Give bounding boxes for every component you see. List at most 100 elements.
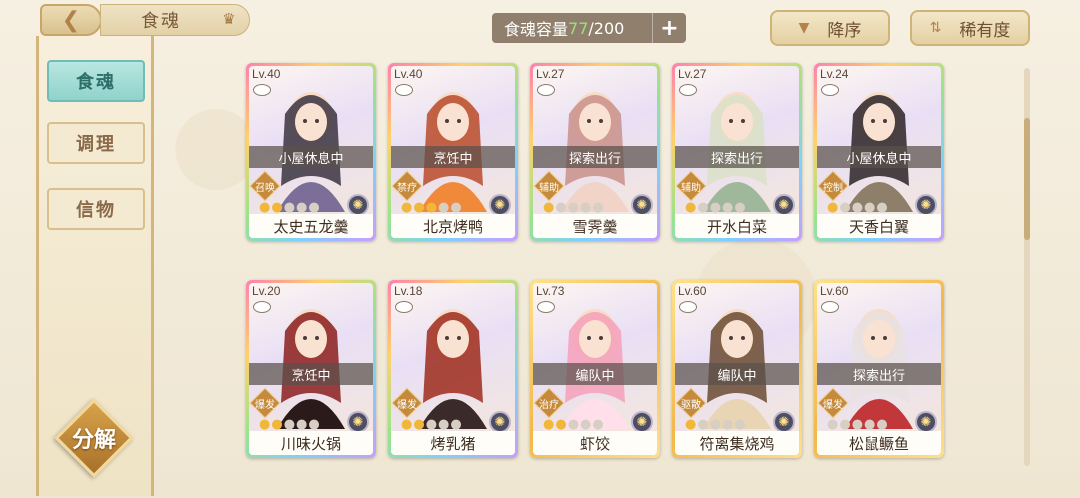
capacity-max: /200 xyxy=(588,18,625,38)
card-status: 探索出行 xyxy=(817,363,941,385)
card-level: Lv.40 xyxy=(252,67,281,81)
role-badge: 辅助 xyxy=(535,172,563,200)
star-icon: ● xyxy=(839,200,851,215)
role-badge: 驱散 xyxy=(677,389,705,417)
card-name: 烤乳猪 xyxy=(391,431,515,455)
role-label: 治疗 xyxy=(539,399,559,411)
chat-bubble-icon xyxy=(395,301,413,313)
role-label: 驱散 xyxy=(681,399,701,411)
star-icon: ● xyxy=(839,417,851,432)
food-soul-card[interactable]: Lv.60 探索出行 爆发 ● ● ● ● ● ✺ 松鼠鳜鱼 xyxy=(814,280,944,458)
star-icon: ● xyxy=(413,200,425,215)
role-label: 爆发 xyxy=(255,399,275,411)
card-level: Lv.27 xyxy=(536,67,565,81)
star-icon: ● xyxy=(851,417,864,432)
star-rating: ● ● ● ● ● xyxy=(543,200,604,215)
star-icon: ● xyxy=(283,417,296,432)
star-icon: ● xyxy=(450,417,462,432)
role-badge: 爆发 xyxy=(251,389,279,417)
star-icon: ● xyxy=(450,200,462,215)
food-soul-card[interactable]: Lv.60 编队中 驱散 ● ● ● ● ● ✺ 符离集烧鸡 xyxy=(672,280,802,458)
star-icon: ● xyxy=(722,200,734,215)
element-emblem-icon: ✺ xyxy=(773,194,795,216)
star-icon: ● xyxy=(827,200,839,215)
sort-descending-button[interactable]: ▼ 降序 xyxy=(770,10,890,46)
sort-descending-label: 降序 xyxy=(827,20,862,41)
sort-rarity-button[interactable]: ⇅ 稀有度 xyxy=(910,10,1030,46)
star-icon: ● xyxy=(259,417,271,432)
card-level: Lv.27 xyxy=(678,67,707,81)
role-label: 辅助 xyxy=(539,182,559,194)
star-icon: ● xyxy=(283,200,296,215)
card-level: Lv.20 xyxy=(252,284,281,298)
star-icon: ● xyxy=(425,417,438,432)
decompose-button[interactable]: 分解 xyxy=(52,398,136,478)
star-icon: ● xyxy=(555,200,567,215)
star-rating: ● ● ● ● ● xyxy=(401,417,462,432)
star-icon: ● xyxy=(413,417,425,432)
card-name: 开水白菜 xyxy=(675,214,799,238)
card-name: 川味火锅 xyxy=(249,431,373,455)
element-emblem-icon: ✺ xyxy=(489,194,511,216)
crown-icon[interactable]: ♛ xyxy=(218,10,240,28)
element-emblem-icon: ✺ xyxy=(489,411,511,433)
card-status: 探索出行 xyxy=(533,146,657,168)
food-soul-card[interactable]: Lv.73 编队中 治疗 ● ● ● ● ● ✺ 虾饺 xyxy=(530,280,660,458)
chat-bubble-icon xyxy=(821,84,839,96)
food-soul-card[interactable]: Lv.40 小屋休息中 召唤 ● ● ● ● ● ✺ 太史五龙羹 xyxy=(246,63,376,241)
star-icon: ● xyxy=(296,417,308,432)
card-level: Lv.60 xyxy=(820,284,849,298)
element-emblem-icon: ✺ xyxy=(631,411,653,433)
add-capacity-button[interactable]: + xyxy=(652,13,686,43)
star-icon: ● xyxy=(543,200,555,215)
element-emblem-icon: ✺ xyxy=(773,411,795,433)
star-icon: ● xyxy=(876,417,888,432)
star-rating: ● ● ● ● ● xyxy=(401,200,462,215)
card-status: 探索出行 xyxy=(675,146,799,168)
card-status: 小屋休息中 xyxy=(249,146,373,168)
star-icon: ● xyxy=(864,200,876,215)
card-name: 虾饺 xyxy=(533,431,657,455)
food-soul-card[interactable]: Lv.18 爆发 ● ● ● ● ● ✺ 烤乳猪 xyxy=(388,280,518,458)
star-icon: ● xyxy=(592,200,604,215)
chat-bubble-icon xyxy=(395,84,413,96)
star-icon: ● xyxy=(851,200,864,215)
food-soul-card[interactable]: Lv.24 小屋休息中 控制 ● ● ● ● ● ✺ 天香白翼 xyxy=(814,63,944,241)
star-icon: ● xyxy=(580,417,592,432)
star-icon: ● xyxy=(543,417,555,432)
star-icon: ● xyxy=(876,200,888,215)
card-name: 北京烤鸭 xyxy=(391,214,515,238)
star-rating: ● ● ● ● ● xyxy=(259,417,320,432)
star-icon: ● xyxy=(259,200,271,215)
star-icon: ● xyxy=(580,200,592,215)
card-status: 编队中 xyxy=(675,363,799,385)
tab-token[interactable]: 信物 xyxy=(47,188,145,230)
card-body: Lv.73 编队中 治疗 ● ● ● ● ● ✺ 虾饺 xyxy=(533,283,657,455)
star-icon: ● xyxy=(271,417,283,432)
card-name: 松鼠鳜鱼 xyxy=(817,431,941,455)
food-soul-card[interactable]: Lv.40 烹饪中 禁疗 ● ● ● ● ● ✺ 北京烤鸭 xyxy=(388,63,518,241)
role-label: 爆发 xyxy=(823,399,843,411)
role-badge: 辅助 xyxy=(677,172,705,200)
food-soul-card[interactable]: Lv.20 烹饪中 爆发 ● ● ● ● ● ✺ 川味火锅 xyxy=(246,280,376,458)
element-emblem-icon: ✺ xyxy=(915,411,937,433)
tab-food-soul[interactable]: 食魂 xyxy=(47,60,145,102)
star-icon: ● xyxy=(401,417,413,432)
star-icon: ● xyxy=(438,200,450,215)
role-badge: 爆发 xyxy=(819,389,847,417)
tab-conditioning[interactable]: 调理 xyxy=(47,122,145,164)
card-level: Lv.60 xyxy=(678,284,707,298)
star-rating: ● ● ● ● ● xyxy=(543,417,604,432)
food-soul-card[interactable]: Lv.27 探索出行 辅助 ● ● ● ● ● ✺ 开水白菜 xyxy=(672,63,802,241)
card-name: 太史五龙羹 xyxy=(249,214,373,238)
star-rating: ● ● ● ● ● xyxy=(685,417,746,432)
back-button[interactable]: ❮ xyxy=(40,4,102,36)
scrollbar-thumb[interactable] xyxy=(1024,118,1030,240)
food-soul-card[interactable]: Lv.27 探索出行 辅助 ● ● ● ● ● ✺ 雪霁羹 xyxy=(530,63,660,241)
star-rating: ● ● ● ● ● xyxy=(685,200,746,215)
star-icon: ● xyxy=(827,417,839,432)
element-emblem-icon: ✺ xyxy=(631,194,653,216)
chat-bubble-icon xyxy=(679,84,697,96)
star-icon: ● xyxy=(734,417,746,432)
role-badge: 禁疗 xyxy=(393,172,421,200)
